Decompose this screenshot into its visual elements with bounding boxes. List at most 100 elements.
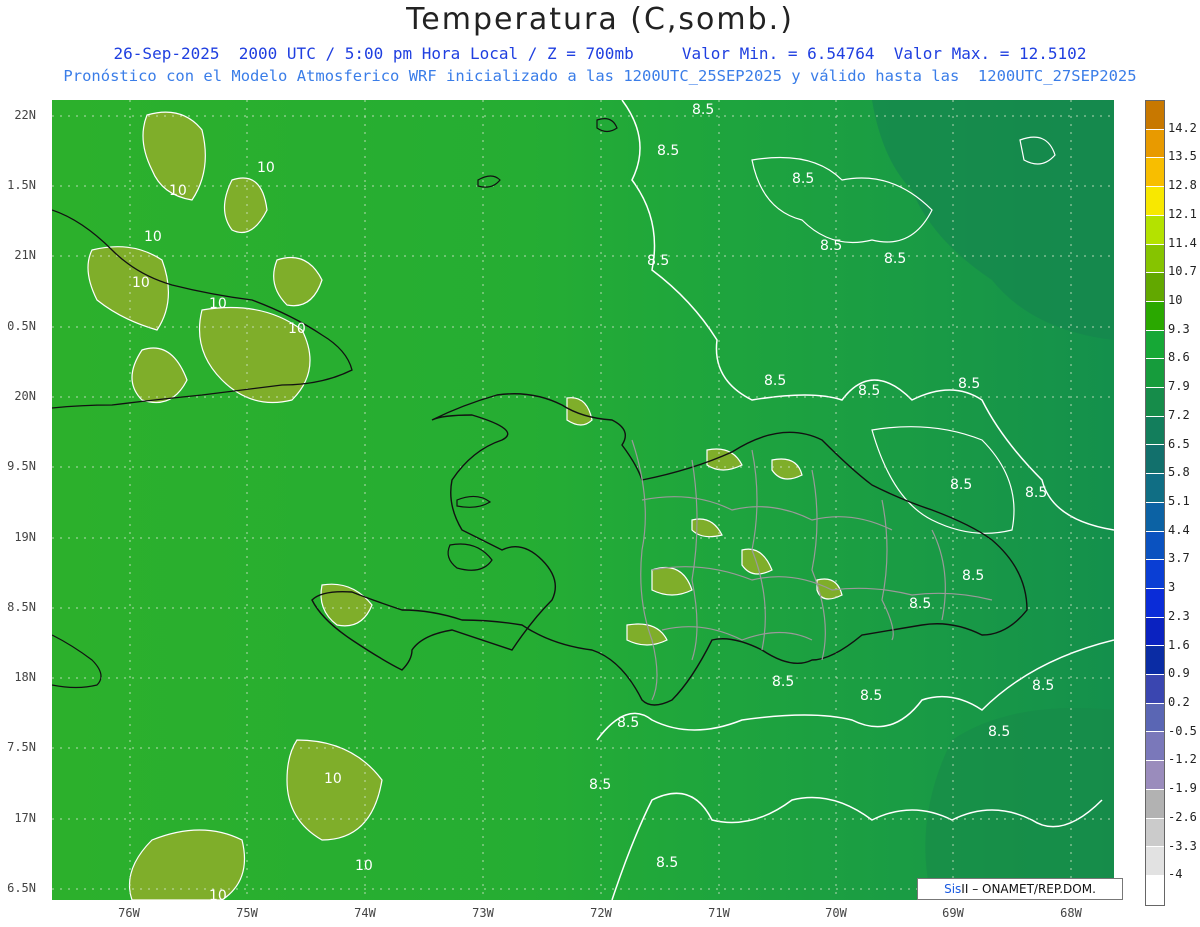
svg-text:8.5: 8.5: [884, 251, 906, 267]
colorbar-label: 7.2: [1168, 407, 1190, 422]
colorbar-swatch: [1146, 818, 1164, 848]
colorbar-label: 11.4: [1168, 235, 1197, 250]
colorbar-swatch: [1146, 703, 1164, 733]
lat-label-18n: 18N: [14, 670, 36, 684]
svg-text:10: 10: [324, 771, 342, 787]
colorbar-label: 14.2: [1168, 120, 1197, 135]
colorbar-label: 0.2: [1168, 695, 1190, 709]
lat-label-16-5n: 6.5N: [7, 881, 36, 895]
lat-label-20-5n: 0.5N: [7, 319, 36, 333]
svg-text:8.5: 8.5: [589, 777, 611, 793]
colorbar-label: 5.8: [1168, 465, 1190, 480]
colorbar-swatch: [1146, 273, 1164, 302]
svg-text:8.5: 8.5: [988, 724, 1010, 740]
colorbar-label: 6.5: [1168, 436, 1190, 451]
lon-label-76w: 76W: [118, 906, 140, 920]
colorbar-swatch: [1146, 474, 1164, 503]
svg-text:10: 10: [209, 296, 227, 312]
svg-text:8.5: 8.5: [1032, 678, 1054, 694]
colorbar-label: -3.3: [1168, 838, 1197, 853]
map-title: Temperatura (C,somb.): [406, 2, 794, 37]
lat-label-19-5n: 9.5N: [7, 459, 36, 473]
lat-label-21-5n: 1.5N: [7, 178, 36, 192]
lon-label-75w: 75W: [236, 906, 258, 920]
lon-label-68w: 68W: [1060, 906, 1082, 920]
svg-text:8.5: 8.5: [820, 238, 842, 254]
svg-text:8.5: 8.5: [764, 373, 786, 389]
colorbar-label: 3.7: [1168, 551, 1190, 566]
svg-text:8.5: 8.5: [692, 102, 714, 118]
lat-label-20n: 20N: [14, 389, 36, 403]
colorbar-label: 13.5: [1168, 149, 1197, 164]
temperature-map: 8.5 8.5 8.5 8.5 8.5 8.5 8.5 8.5 8.5 8.5 …: [52, 100, 1114, 900]
svg-text:8.5: 8.5: [1025, 485, 1047, 501]
svg-text:8.5: 8.5: [962, 568, 984, 584]
credit-sis: Sis: [944, 882, 962, 896]
colorbar-swatch: [1146, 502, 1164, 532]
colorbar-label: 8.6: [1168, 350, 1190, 365]
lon-label-73w: 73W: [472, 906, 494, 920]
lat-label-21n: 21N: [14, 248, 36, 262]
colorbar-swatch: [1146, 646, 1164, 676]
colorbar: [1145, 100, 1165, 906]
colorbar-label: -0.5: [1168, 723, 1197, 738]
colorbar-label: -1.2: [1168, 752, 1197, 767]
colorbar-swatch: [1146, 158, 1164, 188]
model-info-line: Pronóstico con el Modelo Atmosferico WRF…: [63, 67, 1137, 85]
lon-label-69w: 69W: [942, 906, 964, 920]
colorbar-swatch: [1146, 789, 1164, 819]
colorbar-swatch: [1146, 588, 1164, 618]
lat-label-19n: 19N: [14, 530, 36, 544]
colorbar-swatch: [1146, 675, 1164, 704]
colorbar-label: 1.6: [1168, 637, 1190, 652]
colorbar-label: 10.7: [1168, 264, 1197, 279]
svg-text:8.5: 8.5: [617, 715, 639, 731]
lon-label-70w: 70W: [825, 906, 847, 920]
colorbar-label: 10: [1168, 293, 1183, 307]
colorbar-swatch: [1146, 531, 1164, 561]
colorbar-swatch: [1146, 445, 1164, 475]
colorbar-swatch: [1146, 847, 1164, 876]
colorbar-swatch: [1146, 732, 1164, 762]
svg-text:8.5: 8.5: [958, 376, 980, 392]
lon-label-72w: 72W: [590, 906, 612, 920]
colorbar-swatch: [1146, 617, 1164, 647]
colorbar-swatch: [1146, 875, 1164, 905]
svg-text:10: 10: [169, 183, 187, 199]
svg-text:10: 10: [288, 321, 306, 337]
lat-label-17-5n: 7.5N: [7, 740, 36, 754]
svg-text:8.5: 8.5: [860, 688, 882, 704]
lat-label-18-5n: 8.5N: [7, 600, 36, 614]
colorbar-swatch: [1146, 388, 1164, 417]
colorbar-label: 12.8: [1168, 178, 1197, 193]
colorbar-label: 7.9: [1168, 379, 1190, 394]
colorbar-swatch: [1146, 330, 1164, 360]
svg-text:10: 10: [144, 229, 162, 245]
lon-label-74w: 74W: [354, 906, 376, 920]
svg-text:10: 10: [209, 888, 227, 900]
colorbar-swatch: [1146, 560, 1164, 589]
colorbar-swatch: [1146, 416, 1164, 446]
colorbar-label: 3: [1168, 580, 1176, 595]
colorbar-label: 2.3: [1168, 608, 1190, 623]
svg-text:8.5: 8.5: [647, 253, 669, 269]
svg-text:8.5: 8.5: [772, 674, 794, 690]
valid-time-line: 26-Sep-2025 2000 UTC / 5:00 pm Hora Loca…: [113, 44, 1087, 63]
credit-box: SisII – ONAMET/REP.DOM.: [917, 878, 1123, 900]
svg-text:8.5: 8.5: [950, 477, 972, 493]
svg-text:8.5: 8.5: [858, 383, 880, 399]
svg-text:10: 10: [355, 858, 373, 874]
colorbar-label: -2.6: [1168, 809, 1197, 824]
colorbar-label: 4.4: [1168, 522, 1190, 537]
colorbar-label: 12.1: [1168, 206, 1197, 221]
colorbar-swatch: [1146, 761, 1164, 790]
lon-label-71w: 71W: [708, 906, 730, 920]
colorbar-swatch: [1146, 244, 1164, 274]
colorbar-swatch: [1146, 359, 1164, 389]
colorbar-label: 0.9: [1168, 666, 1190, 681]
colorbar-swatch: [1146, 129, 1164, 159]
lat-label-17n: 17N: [14, 811, 36, 825]
svg-text:8.5: 8.5: [656, 855, 678, 871]
colorbar-label: -1.9: [1168, 781, 1197, 796]
colorbar-label: 5.1: [1168, 494, 1190, 508]
